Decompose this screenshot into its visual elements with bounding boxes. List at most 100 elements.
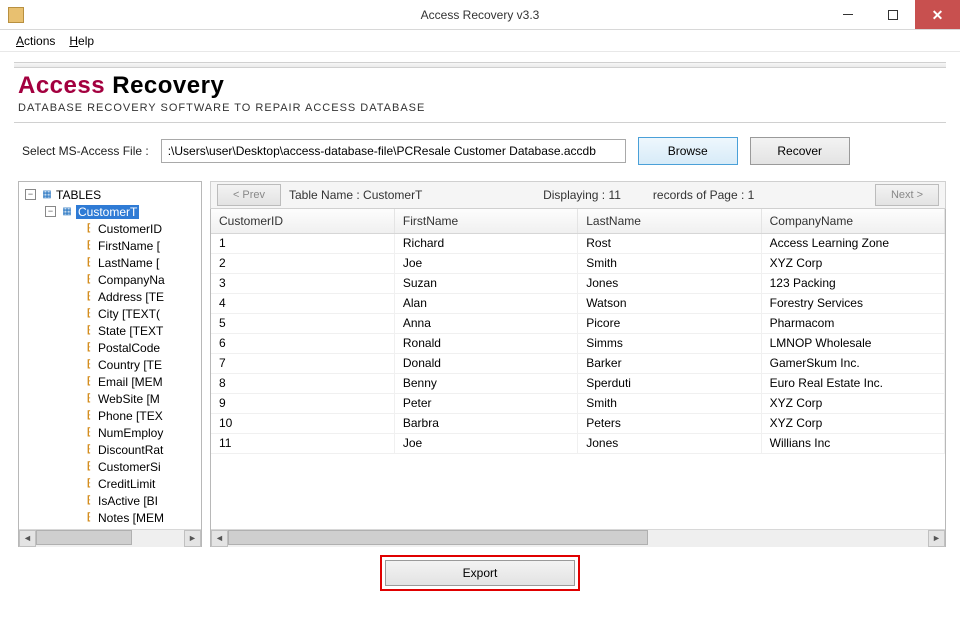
tree-row[interactable]: ⁅FirstName [ <box>21 237 201 254</box>
table-row[interactable]: 8BennySperdutiEuro Real Estate Inc. <box>211 373 945 393</box>
table-icon: ▦ <box>60 206 74 217</box>
tree-item-label: TABLES <box>56 188 101 202</box>
table-row[interactable]: 9PeterSmithXYZ Corp <box>211 393 945 413</box>
tree-item-label: CreditLimit <box>98 477 155 491</box>
table-cell: Jones <box>578 433 761 453</box>
tree-row[interactable]: ⁅NumEmploy <box>21 424 201 441</box>
tree-row[interactable]: ⁅DiscountRat <box>21 441 201 458</box>
tree-item-label: Phone [TEX <box>98 409 163 423</box>
tree-item-label: WebSite [M <box>98 392 160 406</box>
tree-row[interactable]: ⁅CompanyNa <box>21 271 201 288</box>
table-row[interactable]: 6RonaldSimmsLMNOP Wholesale <box>211 333 945 353</box>
column-header[interactable]: CompanyName <box>761 209 944 233</box>
file-path-input[interactable] <box>161 139 626 163</box>
tree-item-label: DiscountRat <box>98 443 163 457</box>
browse-button[interactable]: Browse <box>638 137 738 165</box>
table-row[interactable]: 5AnnaPicorePharmacom <box>211 313 945 333</box>
data-grid: CustomerIDFirstNameLastNameCompanyName 1… <box>210 209 946 547</box>
grid-horizontal-scrollbar[interactable]: ◄ ► <box>211 529 945 546</box>
displaying-label: Displaying : 11 <box>543 188 621 202</box>
scroll-right-arrow-icon[interactable]: ► <box>184 530 201 547</box>
menubar: Actions Help <box>0 30 960 52</box>
window-maximize-button[interactable] <box>870 0 915 29</box>
tree-item-label: CustomerT <box>76 205 139 219</box>
tree-row[interactable]: ⁅WebSite [M <box>21 390 201 407</box>
column-icon: ⁅ <box>82 393 96 404</box>
tree-item-label: Email [MEM <box>98 375 163 389</box>
table-cell: 3 <box>211 273 394 293</box>
column-icon: ⁅ <box>82 376 96 387</box>
table-cell: Suzan <box>394 273 577 293</box>
export-highlight: Export <box>380 555 580 591</box>
table-cell: LMNOP Wholesale <box>761 333 944 353</box>
tree-item-label: CompanyNa <box>98 273 165 287</box>
table-row[interactable]: 4AlanWatsonForestry Services <box>211 293 945 313</box>
tree-panel: −▦TABLES−▦CustomerT⁅CustomerID⁅FirstName… <box>18 181 202 547</box>
table-cell: 1 <box>211 233 394 253</box>
scroll-left-arrow-icon[interactable]: ◄ <box>19 530 36 547</box>
table-cell: 8 <box>211 373 394 393</box>
menu-actions[interactable]: Actions <box>10 32 61 50</box>
table-row[interactable]: 10BarbraPetersXYZ Corp <box>211 413 945 433</box>
expand-icon[interactable]: − <box>45 206 56 217</box>
tree-row[interactable]: ⁅PostalCode <box>21 339 201 356</box>
window-minimize-button[interactable] <box>825 0 870 29</box>
tree-item-label: City [TEXT( <box>98 307 160 321</box>
file-select-row: Select MS-Access File : Browse Recover <box>22 137 946 165</box>
tree-row[interactable]: ⁅CustomerSi <box>21 458 201 475</box>
table-cell: Ronald <box>394 333 577 353</box>
tree-row[interactable]: −▦TABLES <box>21 186 201 203</box>
tree-view[interactable]: −▦TABLES−▦CustomerT⁅CustomerID⁅FirstName… <box>19 182 201 529</box>
scroll-thumb[interactable] <box>36 530 132 545</box>
records-label: records of Page : 1 <box>653 188 754 202</box>
tree-item-label: NumEmploy <box>98 426 163 440</box>
expand-icon[interactable]: − <box>25 189 36 200</box>
table-row[interactable]: 7DonaldBarkerGamerSkum Inc. <box>211 353 945 373</box>
table-cell: 11 <box>211 433 394 453</box>
titlebar: Access Recovery v3.3 ✕ <box>0 0 960 30</box>
tree-item-label: LastName [ <box>98 256 159 270</box>
scroll-thumb[interactable] <box>228 530 648 545</box>
table-cell: 7 <box>211 353 394 373</box>
tree-row[interactable]: ⁅Country [TE <box>21 356 201 373</box>
column-icon: ⁅ <box>82 223 96 234</box>
tree-row[interactable]: ⁅IsActive [BI <box>21 492 201 509</box>
next-page-button[interactable]: Next > <box>875 184 939 206</box>
app-icon <box>8 7 24 23</box>
column-header[interactable]: CustomerID <box>211 209 394 233</box>
tree-row[interactable]: ⁅Address [TE <box>21 288 201 305</box>
tree-item-label: Address [TE <box>98 290 164 304</box>
table-row[interactable]: 11JoeJonesWillians Inc <box>211 433 945 453</box>
tree-row[interactable]: ⁅CreditLimit <box>21 475 201 492</box>
export-button[interactable]: Export <box>385 560 575 586</box>
tree-row[interactable]: ⁅Notes [MEM <box>21 509 201 526</box>
table-row[interactable]: 2JoeSmithXYZ Corp <box>211 253 945 273</box>
table-row[interactable]: 3SuzanJones123 Packing <box>211 273 945 293</box>
tree-row[interactable]: ⁅CustomerID <box>21 220 201 237</box>
prev-page-button[interactable]: < Prev <box>217 184 281 206</box>
file-select-label: Select MS-Access File : <box>22 144 149 158</box>
scroll-right-arrow-icon[interactable]: ► <box>928 530 945 547</box>
table-cell: Forestry Services <box>761 293 944 313</box>
table-row[interactable]: 1RichardRostAccess Learning Zone <box>211 233 945 253</box>
tree-row[interactable]: −▦CustomerT <box>21 203 201 220</box>
tree-row[interactable]: ⁅State [TEXT <box>21 322 201 339</box>
tree-row[interactable]: ⁅Email [MEM <box>21 373 201 390</box>
tree-item-label: FirstName [ <box>98 239 160 253</box>
column-header[interactable]: LastName <box>578 209 761 233</box>
column-icon: ⁅ <box>82 461 96 472</box>
window-close-button[interactable]: ✕ <box>915 0 960 29</box>
table-cell: 10 <box>211 413 394 433</box>
tree-item-label: State [TEXT <box>98 324 163 338</box>
table-cell: Willians Inc <box>761 433 944 453</box>
column-header[interactable]: FirstName <box>394 209 577 233</box>
table-cell: XYZ Corp <box>761 413 944 433</box>
tree-horizontal-scrollbar[interactable]: ◄ ► <box>19 529 201 546</box>
tree-row[interactable]: ⁅Phone [TEX <box>21 407 201 424</box>
scroll-left-arrow-icon[interactable]: ◄ <box>211 530 228 547</box>
tree-row[interactable]: ⁅LastName [ <box>21 254 201 271</box>
recover-button[interactable]: Recover <box>750 137 850 165</box>
tree-row[interactable]: ⁅City [TEXT( <box>21 305 201 322</box>
menu-help[interactable]: Help <box>63 32 100 50</box>
table-cell: 6 <box>211 333 394 353</box>
